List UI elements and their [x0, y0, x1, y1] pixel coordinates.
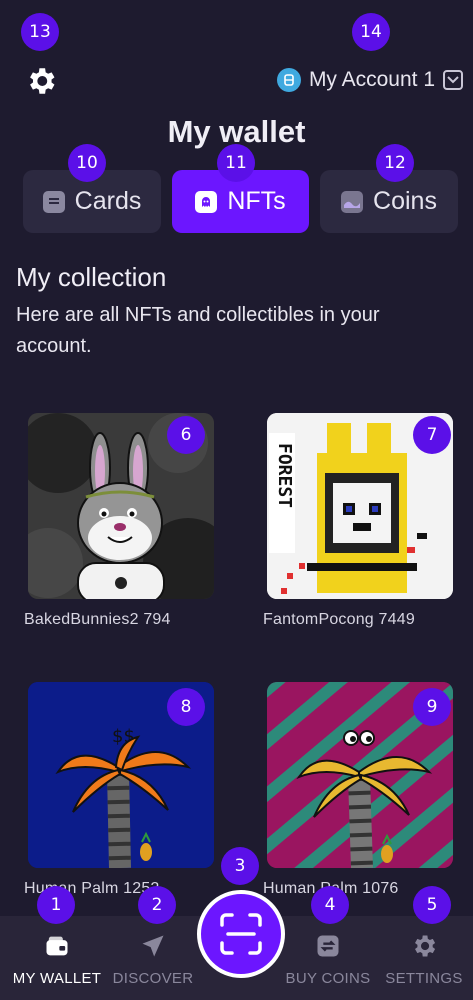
nft-name: BakedBunnies2 794	[24, 611, 171, 628]
ghost-icon	[195, 190, 218, 213]
nav-label: DISCOVER	[112, 970, 194, 987]
collection-description: Here are all NFTs and collectibles in yo…	[16, 304, 380, 357]
nav-buy-coins[interactable]: BUY COINS	[273, 916, 383, 1000]
nav-my-wallet[interactable]: MY WALLET	[2, 916, 112, 1000]
annotation-badge: 13	[21, 13, 59, 51]
settings-gear-button[interactable]	[24, 64, 58, 98]
paper-plane-icon	[142, 935, 164, 957]
annotation-badge: 2	[138, 886, 176, 924]
nav-label: BUY COINS	[285, 970, 371, 987]
nav-label: MY WALLET	[12, 970, 102, 987]
account-name: My Account 1	[308, 68, 435, 91]
card-icon	[42, 190, 65, 213]
annotation-badge: 11	[217, 144, 255, 182]
nft-name: FantomPocong 7449	[263, 611, 415, 628]
svg-text:FOREST: FOREST	[274, 443, 295, 508]
account-logo-icon	[276, 68, 301, 92]
tab-cards-label: Cards	[74, 187, 142, 215]
scan-icon	[220, 913, 262, 955]
gear-icon	[30, 68, 55, 94]
tab-nfts-label: NFTs	[227, 187, 286, 215]
account-selector[interactable]: My Account 1	[276, 68, 463, 92]
annotation-badge: 7	[413, 416, 451, 454]
annotation-badge: 14	[352, 13, 390, 51]
annotation-badge: 10	[68, 144, 106, 182]
scan-button[interactable]	[197, 890, 285, 978]
wallet-icon	[46, 936, 68, 956]
collection-title: My collection	[16, 262, 167, 292]
nav-discover[interactable]: DISCOVER	[98, 916, 208, 1000]
annotation-badge: 4	[311, 886, 349, 924]
nav-settings[interactable]: SETTINGS	[369, 916, 473, 1000]
annotation-badge: 5	[413, 886, 451, 924]
annotation-badge: 9	[413, 688, 451, 726]
exchange-icon	[317, 935, 339, 957]
annotation-badge: 3	[221, 847, 259, 885]
annotation-badge: 1	[37, 886, 75, 924]
gear-icon	[415, 935, 436, 957]
tab-coins-label: Coins	[373, 187, 437, 215]
annotation-badge: 12	[376, 144, 414, 182]
annotation-badge: 8	[167, 688, 205, 726]
annotation-badge: 6	[167, 416, 205, 454]
nav-label: SETTINGS	[385, 970, 463, 987]
chevron-down-icon	[443, 70, 463, 90]
coins-icon	[341, 190, 364, 213]
